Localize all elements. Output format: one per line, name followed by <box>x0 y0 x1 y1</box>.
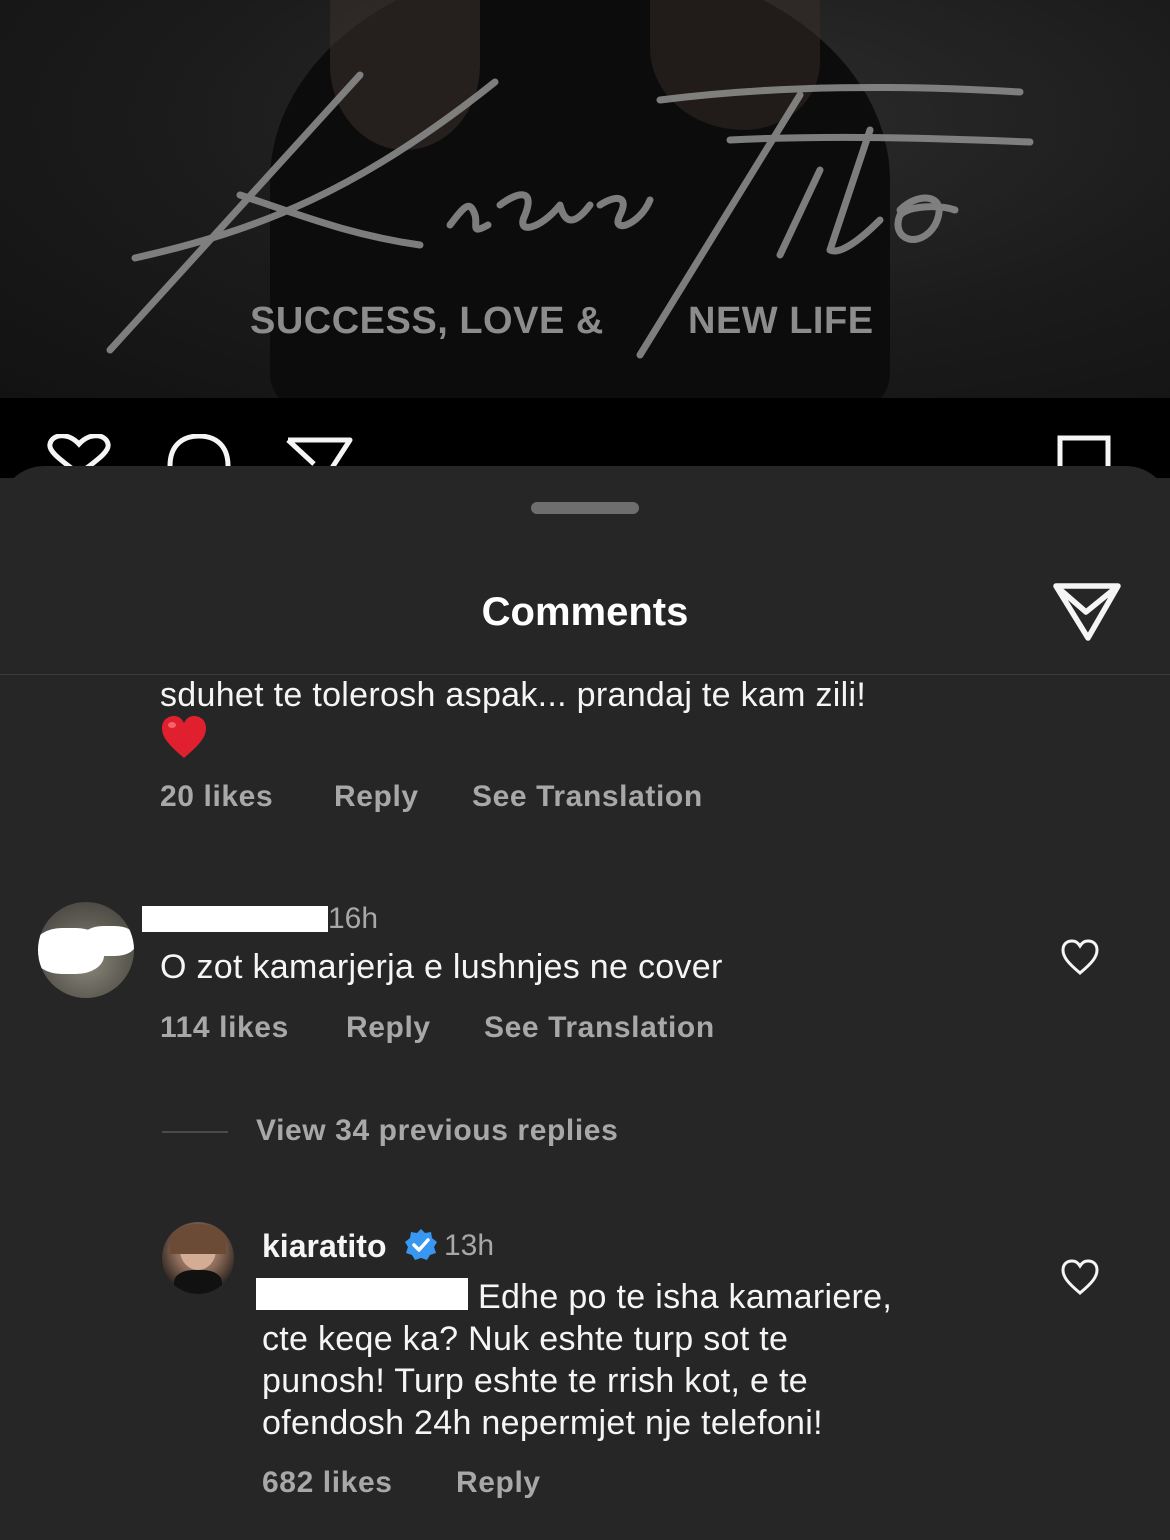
like-count[interactable]: 682 likes <box>262 1466 393 1500</box>
avatar[interactable] <box>38 902 134 998</box>
heart-icon[interactable] <box>1060 1258 1100 1296</box>
like-count[interactable]: 114 likes <box>160 1011 289 1045</box>
replies-line <box>162 1131 228 1133</box>
avatar[interactable] <box>162 1222 234 1294</box>
post-image: SUCCESS, LOVE & NEW LIFE <box>0 0 1170 398</box>
reply-text-line: Edhe po te isha kamariere, <box>478 1278 893 1316</box>
comment-text: sduhet te tolerosh aspak... prandaj te k… <box>160 676 867 714</box>
view-previous-replies-button[interactable]: View 34 previous replies <box>256 1114 618 1148</box>
username-redaction <box>142 906 328 932</box>
see-translation-button[interactable]: See Translation <box>472 780 703 814</box>
avatar-body <box>174 1270 222 1294</box>
red-heart-emoji <box>162 716 206 758</box>
reply-button[interactable]: Reply <box>334 780 419 814</box>
sheet-title: Comments <box>481 590 689 634</box>
verified-badge-icon <box>405 1229 437 1260</box>
reply-text-line: punosh! Turp eshte te rrish kot, e te <box>262 1362 808 1400</box>
avatar-redaction <box>82 926 134 956</box>
reply-time: 13h <box>444 1229 495 1262</box>
reply-button[interactable]: Reply <box>346 1011 431 1045</box>
reply-username[interactable]: kiaratito <box>262 1228 386 1265</box>
tagline-right: NEW LIFE <box>688 300 874 342</box>
avatar-hair <box>170 1224 226 1254</box>
comments-sheet: Comments sduhet te tolerosh aspak... pra… <box>0 466 1170 1540</box>
like-count[interactable]: 20 likes <box>160 780 273 814</box>
reply-text-line: cte keqe ka? Nuk eshte turp sot te <box>262 1320 789 1358</box>
comment-time: 16h <box>328 902 379 935</box>
reply-button[interactable]: Reply <box>456 1466 541 1500</box>
tagline-left: SUCCESS, LOVE & <box>250 300 604 342</box>
comment-text: O zot kamarjerja e lushnjes ne cover <box>160 948 723 986</box>
heart-icon[interactable] <box>1060 938 1100 976</box>
reply-text-line: ofendosh 24h nepermjet nje telefoni! <box>262 1404 823 1442</box>
sheet-grabber[interactable] <box>531 502 639 514</box>
see-translation-button[interactable]: See Translation <box>484 1011 715 1045</box>
send-icon[interactable] <box>1052 578 1122 642</box>
mention-redaction <box>256 1278 468 1310</box>
